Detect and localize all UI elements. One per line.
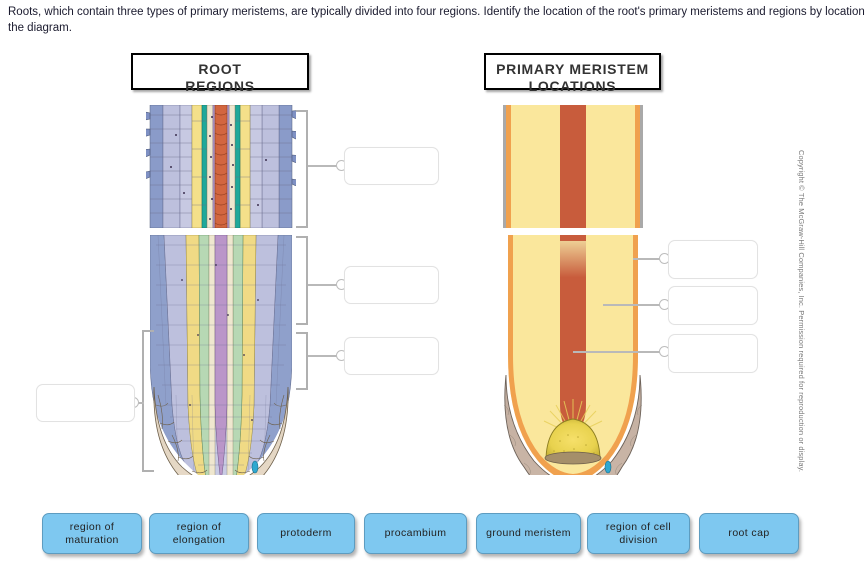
chip-region-of-maturation-line1: region of [69,520,115,533]
maturation-zone [149,105,293,228]
panel-title-root-regions: ROOT REGIONS [131,53,309,94]
chip-procambium-label: procambium [384,527,447,539]
elongation-and-division-zone [150,235,292,475]
chip-protoderm[interactable]: protoderm [257,513,355,554]
drop-box-protoderm[interactable] [668,240,758,279]
drop-box-elongation[interactable] [344,266,439,304]
panel-title-meristem-locations: PRIMARY MERISTEM LOCATIONS [484,53,661,94]
sloughed-cell-marker [251,460,259,474]
primary-meristem-diagram [503,105,643,475]
sloughed-cell-marker-right [604,460,612,474]
chip-ground-meristem-label: ground meristem [486,527,571,539]
drop-box-root-cap[interactable] [36,384,135,422]
root-regions-diagram [146,105,296,475]
chip-ground-meristem[interactable]: ground meristem [476,513,581,554]
meristem-map-top-segment [503,105,643,228]
panel-title-root-regions-line1: ROOT [198,61,242,77]
connector-line-left-1 [308,165,338,167]
chip-region-of-cell-division-line2: division [619,533,658,546]
chip-root-cap[interactable]: root cap [699,513,799,554]
drop-box-procambium[interactable] [668,334,758,373]
copyright-notice: Copyright © The McGraw-Hill Companies, I… [797,150,806,473]
instruction-text: Roots, which contain three types of prim… [8,6,868,34]
chip-region-of-elongation[interactable]: region of elongation [149,513,249,554]
meristem-map-body-segment [508,235,638,475]
chip-region-of-cell-division-line1: region of cell [605,520,672,533]
answer-chip-tray: region of maturation region of elongatio… [42,513,832,557]
connector-line-left-3 [308,355,338,357]
chip-region-of-maturation-line2: maturation [65,533,119,546]
chip-region-of-elongation-line2: elongation [172,533,226,546]
connector-line-right-2 [603,304,663,306]
bracket-root-cap [142,330,154,472]
panel-title-root-regions-line2: REGIONS [185,78,255,94]
drop-box-maturation[interactable] [344,147,439,185]
bracket-elongation [296,236,308,325]
connector-line-right-3 [573,351,663,353]
drop-box-ground-meristem[interactable] [668,286,758,325]
chip-region-of-cell-division[interactable]: region of cell division [587,513,690,554]
chip-procambium[interactable]: procambium [364,513,467,554]
panel-title-meristem-line1: PRIMARY MERISTEM [496,61,649,77]
chip-root-cap-label: root cap [728,527,770,539]
chip-protoderm-label: protoderm [280,527,332,539]
connector-line-left-2 [308,284,338,286]
chip-region-of-elongation-line1: region of [176,520,222,533]
bracket-maturation [296,110,308,228]
panel-title-meristem-line2: LOCATIONS [528,78,617,94]
exercise-page: Roots, which contain three types of prim… [0,0,868,575]
drop-box-cell-division[interactable] [344,337,439,375]
bracket-division [296,332,308,390]
chip-region-of-maturation[interactable]: region of maturation [42,513,142,554]
